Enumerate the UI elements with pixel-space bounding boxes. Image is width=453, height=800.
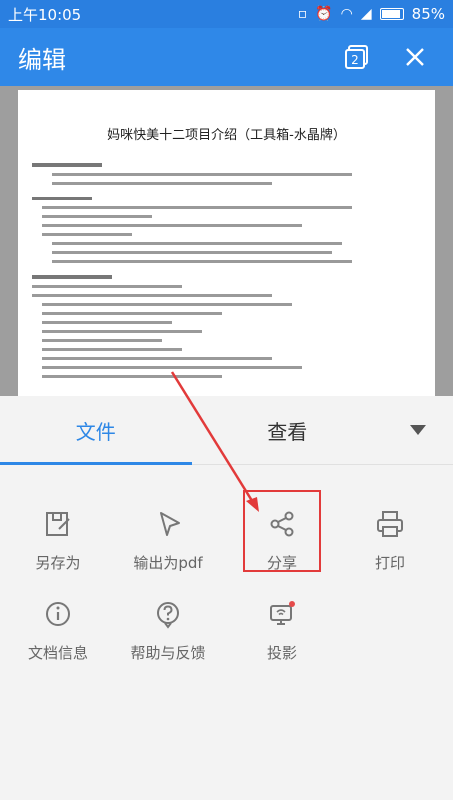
app-bar: 编辑 2 <box>0 28 453 86</box>
file-menu-sheet: 文件 查看 另存为 输出为pdf 分享 打印 文档信息 帮助与反馈 投影 <box>0 396 453 800</box>
document-title: 妈咪快美十二项目介绍（工具箱-水晶牌） <box>107 128 346 143</box>
menu-tabs: 文件 查看 <box>0 396 453 465</box>
status-time: 上午10:05 <box>8 5 82 24</box>
collapse-menu-icon[interactable] <box>383 396 453 464</box>
notification-icon: ▫ <box>297 6 308 22</box>
page-title: 编辑 <box>18 45 66 74</box>
projection-label: 投影 <box>266 644 297 662</box>
battery-icon <box>379 8 404 20</box>
document-info-button[interactable]: 文档信息 <box>3 576 113 666</box>
help-feedback-label: 帮助与反馈 <box>130 644 206 662</box>
export-pdf-label: 输出为pdf <box>133 554 203 572</box>
export-pdf-icon <box>150 506 186 542</box>
help-icon <box>150 596 186 632</box>
save-as-icon <box>40 506 76 542</box>
alarm-icon: ⏰ <box>315 6 333 22</box>
projection-button[interactable]: 投影 <box>227 576 337 666</box>
status-bar: 上午10:05 ▫ ⏰ ◠ ◢ 85% <box>0 0 453 28</box>
signal-icon: ◢ <box>360 6 372 22</box>
battery-level: 85% <box>411 5 445 23</box>
tab-view[interactable]: 查看 <box>192 396 384 464</box>
document-page: 妈咪快美十二项目介绍（工具箱-水晶牌） <box>18 90 435 400</box>
document-info-label: 文档信息 <box>27 644 88 662</box>
print-button[interactable]: 打印 <box>335 486 445 576</box>
tab-file[interactable]: 文件 <box>0 396 192 464</box>
info-icon <box>40 596 76 632</box>
export-pdf-button[interactable]: 输出为pdf <box>113 486 223 576</box>
document-preview[interactable]: 妈咪快美十二项目介绍（工具箱-水晶牌） <box>0 86 453 400</box>
print-label: 打印 <box>374 554 405 572</box>
projection-icon <box>264 596 300 632</box>
document-body <box>32 163 362 378</box>
pages-icon[interactable]: 2 <box>337 37 377 77</box>
print-icon <box>372 506 408 542</box>
save-as-button[interactable]: 另存为 <box>3 486 113 576</box>
wifi-icon: ◠ <box>340 6 353 22</box>
help-feedback-button[interactable]: 帮助与反馈 <box>113 576 223 666</box>
close-icon[interactable] <box>395 37 435 77</box>
svg-text:2: 2 <box>351 53 359 67</box>
share-highlight-box <box>243 490 321 572</box>
save-as-label: 另存为 <box>35 554 81 572</box>
active-tab-indicator <box>0 462 192 465</box>
